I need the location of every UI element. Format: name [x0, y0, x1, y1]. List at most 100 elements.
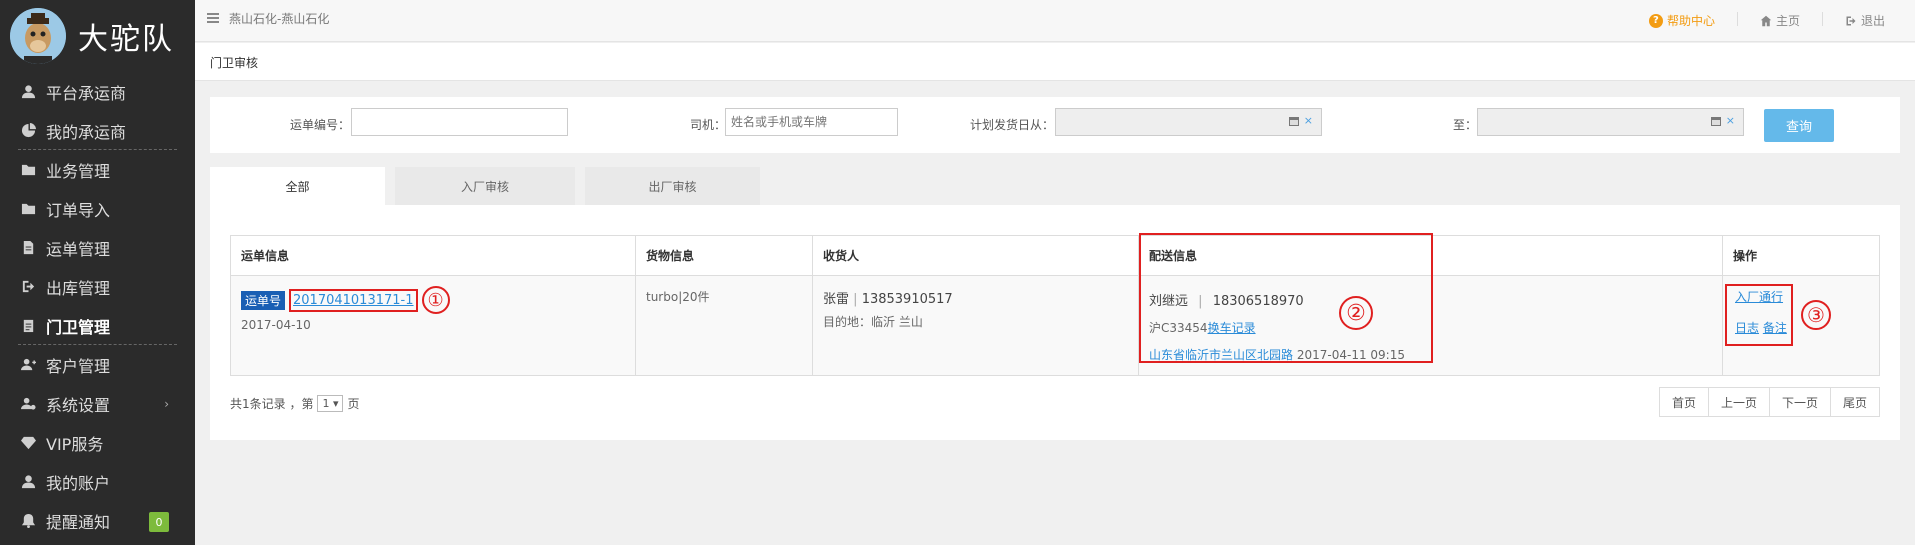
- sidebar-item-label: 客户管理: [46, 356, 111, 376]
- tab-all[interactable]: 全部: [210, 167, 385, 205]
- filter-panel: 运单编号： 司机： 计划发货日从： × 至： × 查询: [210, 97, 1900, 153]
- sidebar-item-system-settings[interactable]: 系统设置 ›: [0, 384, 195, 423]
- marker-3: ③: [1801, 300, 1831, 330]
- cell-receiver: 张雷 | 13853910517 目的地：临沂 兰山: [812, 275, 1139, 376]
- sidebar-item-label: 门卫管理: [46, 317, 111, 337]
- sidebar-item-customer[interactable]: 客户管理: [0, 345, 195, 384]
- user-settings-icon: [20, 396, 36, 412]
- waybill-number-link[interactable]: 2017041013171-1: [293, 293, 414, 308]
- driver-input[interactable]: [725, 108, 898, 136]
- date-from-label: 计划发货日从：: [970, 118, 1055, 132]
- sidebar-item-gatekeeper[interactable]: 门卫管理: [0, 306, 195, 345]
- logout-link[interactable]: 退出: [1845, 12, 1885, 29]
- waybill-input[interactable]: [351, 108, 568, 136]
- sidebar-item-business[interactable]: 业务管理: [0, 150, 195, 189]
- sidebar-item-label: VIP服务: [46, 434, 104, 454]
- sidebar-item-label: 提醒通知: [46, 512, 111, 532]
- tab-enter-review[interactable]: 入厂审核: [395, 167, 575, 205]
- home-icon: [1760, 15, 1772, 26]
- page-title: 门卫审核: [195, 43, 1915, 81]
- receiver-separator: |: [853, 292, 858, 307]
- calendar-icon[interactable]: [1289, 116, 1299, 126]
- sidebar-item-label: 出库管理: [46, 278, 111, 298]
- help-center-label: 帮助中心: [1666, 14, 1715, 28]
- home-label: 主页: [1775, 14, 1800, 28]
- sidebar-item-label: 我的账户: [46, 473, 111, 493]
- prev-page-button[interactable]: 上一页: [1707, 387, 1770, 417]
- bell-icon: [20, 513, 36, 529]
- first-page-button[interactable]: 首页: [1658, 387, 1709, 417]
- sidebar-item-notifications[interactable]: 提醒通知 0: [0, 501, 195, 540]
- waybill-label: 运单编号：: [290, 118, 351, 132]
- last-page-button[interactable]: 尾页: [1829, 387, 1880, 417]
- delivery-highlight-box: [1139, 233, 1433, 363]
- sidebar-item-order-import[interactable]: 订单导入: [0, 189, 195, 228]
- divider: [1821, 12, 1823, 26]
- marker-1: ①: [421, 286, 450, 314]
- help-center-link[interactable]: ? 帮助中心: [1648, 12, 1715, 29]
- total-records-text: 共1条记录 ，第: [230, 397, 314, 411]
- sidebar-item-my-carrier[interactable]: 我的承运商: [0, 111, 195, 150]
- page-select[interactable]: 1 ▾: [317, 395, 344, 412]
- clipboard-icon: [20, 318, 36, 334]
- waybill-date: 2017-04-10: [241, 318, 311, 332]
- brand-name: 大驼队: [78, 22, 174, 57]
- page-select-value: 1: [322, 397, 330, 410]
- receiver-destination: 目的地：临沂 兰山: [823, 315, 923, 329]
- cell-delivery: 刘继远 | 18306518970 沪C33454换车记录 山东省临沂市兰山区北…: [1138, 233, 1723, 376]
- receiver-name: 张雷: [823, 292, 850, 307]
- pager: 首页 上一页 下一页 尾页: [1658, 387, 1880, 417]
- menu-toggle-icon[interactable]: [207, 13, 219, 23]
- home-link[interactable]: 主页: [1760, 12, 1800, 29]
- notification-count-badge: 0: [149, 512, 169, 532]
- date-from-input[interactable]: ×: [1055, 108, 1322, 136]
- sidebar-item-account[interactable]: 我的账户: [0, 462, 195, 501]
- marker-2: ②: [1339, 296, 1373, 330]
- tab-exit-review[interactable]: 出厂审核: [585, 167, 760, 205]
- topbar: 燕山石化-燕山石化 ? 帮助中心 主页 退出: [195, 0, 1915, 42]
- date-to-label: 至：: [1453, 118, 1478, 132]
- waybill-tag: 运单号: [241, 290, 286, 310]
- sign-out-icon: [20, 279, 36, 295]
- sidebar-item-label: 业务管理: [46, 161, 111, 181]
- sidebar-item-waybill[interactable]: 运单管理: [0, 228, 195, 267]
- logout-label: 退出: [1860, 14, 1885, 28]
- header-receiver: 收货人: [812, 235, 1139, 276]
- driver-label: 司机：: [690, 118, 727, 132]
- goods-info: turbo|20件: [646, 290, 710, 304]
- sidebar-item-label: 平台承运商: [46, 83, 127, 103]
- chevron-right-icon: ›: [164, 396, 169, 411]
- cell-goods: turbo|20件: [635, 275, 813, 376]
- sidebar-item-label: 我的承运商: [46, 122, 127, 142]
- waybill-table: 运单信息 货物信息 收货人 配送信息 操作 运单号 2017041013171-…: [230, 233, 1880, 376]
- table-row: 运单号 2017041013171-1 ① 2017-04-10 turbo|2…: [230, 233, 1880, 376]
- divider: [1736, 12, 1738, 26]
- brand: 大驼队: [0, 0, 195, 72]
- top-links: ? 帮助中心 主页 退出: [1648, 12, 1885, 29]
- company-breadcrumb: 燕山石化-燕山石化: [229, 12, 330, 26]
- clear-icon[interactable]: ×: [1726, 114, 1735, 127]
- document-icon: [20, 240, 36, 256]
- pie-chart-icon: [20, 123, 36, 139]
- cell-actions: 入厂通行 日志 备注 ③: [1722, 275, 1880, 376]
- folder-icon: [20, 162, 36, 178]
- tabs: 全部 入厂审核 出厂审核: [210, 167, 760, 205]
- sidebar-item-platform-carrier[interactable]: 平台承运商: [0, 72, 195, 111]
- calendar-icon[interactable]: [1711, 116, 1721, 126]
- sidebar-item-label: 系统设置: [46, 395, 111, 415]
- clear-icon[interactable]: ×: [1304, 114, 1313, 127]
- sidebar-item-vip[interactable]: VIP服务: [0, 423, 195, 462]
- page-unit: 页: [347, 397, 360, 411]
- user-circle-icon: [20, 474, 36, 490]
- query-button[interactable]: 查询: [1764, 109, 1834, 142]
- content-panel: 运单信息 货物信息 收货人 配送信息 操作 运单号 2017041013171-…: [210, 205, 1900, 440]
- header-actions: 操作: [1722, 235, 1880, 276]
- next-page-button[interactable]: 下一页: [1768, 387, 1831, 417]
- header-goods: 货物信息: [635, 235, 813, 276]
- date-to-input[interactable]: ×: [1477, 108, 1744, 136]
- sidebar-menu: 平台承运商 我的承运商 业务管理 订单导入 运单管理 出库管理 门卫管理 客户管…: [0, 72, 195, 540]
- sidebar: 大驼队 平台承运商 我的承运商 业务管理 订单导入 运单管理 出库管理 门卫管理…: [0, 0, 195, 545]
- sidebar-item-label: 运单管理: [46, 239, 111, 259]
- camel-avatar-logo: [10, 8, 66, 64]
- sidebar-item-outbound[interactable]: 出库管理: [0, 267, 195, 306]
